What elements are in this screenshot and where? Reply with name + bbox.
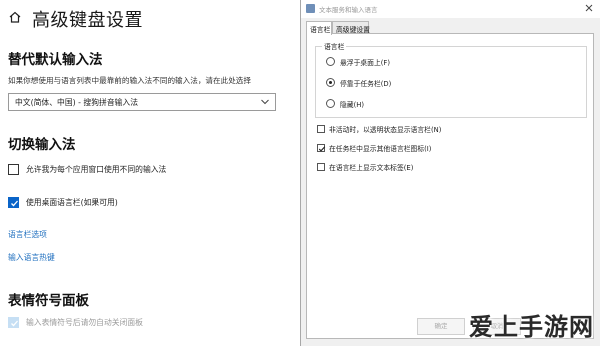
emoji-auto-close-checkbox[interactable] xyxy=(8,317,19,328)
radio-button[interactable] xyxy=(326,57,335,66)
switch-section-title: 切换输入法 xyxy=(8,137,76,153)
emoji-section-title: 表情符号面板 xyxy=(8,293,89,309)
close-icon[interactable] xyxy=(584,3,594,13)
input-method-dropdown[interactable]: 中文(简体、中国) - 搜狗拼音输入法 xyxy=(8,93,276,111)
site-watermark: 爱上手游网 xyxy=(469,313,594,341)
tab-language-bar[interactable]: 语言栏 xyxy=(306,21,332,35)
input-language-hotkeys-link[interactable]: 输入语言热键 xyxy=(8,252,55,263)
per-app-input-label: 允许我为每个应用窗口使用不同的输入法 xyxy=(26,165,167,174)
groupbox-label: 语言栏 xyxy=(322,41,347,51)
override-description: 如果你想使用与语言列表中最靠前的输入法不同的输入法，请在此处选择 xyxy=(8,76,251,85)
transparent-when-inactive-label: 非活动时，以透明状态显示语言栏(N) xyxy=(329,126,442,134)
checkmark-icon xyxy=(11,320,18,327)
language-bar-groupbox: 语言栏 悬浮于桌面上(F) 停靠于任务栏(D) 隐藏(H) xyxy=(315,41,587,118)
radio-label-hidden: 隐藏(H) xyxy=(340,101,365,109)
text-services-dialog: 文本服务和输入语言 语言栏 高级键设置 语言栏 悬浮于桌面上(F) 停靠于任务栏… xyxy=(300,0,600,346)
radio-label-dock: 停靠于任务栏(D) xyxy=(340,80,392,88)
home-icon[interactable] xyxy=(8,10,22,24)
transparent-when-inactive-checkbox[interactable] xyxy=(317,125,325,133)
settings-panel: 高级键盘设置 替代默认输入法 如果你想使用与语言列表中最靠前的输入法不同的输入法… xyxy=(0,0,300,346)
language-bar-options-link[interactable]: 语言栏选项 xyxy=(8,229,47,240)
page-title: 高级键盘设置 xyxy=(32,10,143,31)
emoji-auto-close-label: 输入表情符号后请勿自动关闭面板 xyxy=(26,318,143,327)
dialog-titlebar[interactable]: 文本服务和输入语言 xyxy=(301,0,600,18)
show-extra-icons-label: 在任务栏中显示其他语言栏图标(I) xyxy=(329,145,432,153)
language-bar-tab-panel: 语言栏 悬浮于桌面上(F) 停靠于任务栏(D) 隐藏(H) 非活动时，以透明状态… xyxy=(306,33,594,339)
show-text-labels-label: 在语言栏上显示文本标签(E) xyxy=(329,164,414,172)
radio-button[interactable] xyxy=(326,99,335,108)
radio-button-selected[interactable] xyxy=(326,78,335,87)
desktop-language-bar-checkbox[interactable] xyxy=(8,197,19,208)
show-text-labels-checkbox[interactable] xyxy=(317,163,325,171)
dropdown-selected-value: 中文(简体、中国) - 搜狗拼音输入法 xyxy=(15,98,139,107)
chevron-down-icon xyxy=(261,99,269,105)
desktop-language-bar-label: 使用桌面语言栏(如果可用) xyxy=(26,198,118,207)
per-app-input-checkbox[interactable] xyxy=(8,164,19,175)
app-icon xyxy=(306,4,315,13)
radio-label-float: 悬浮于桌面上(F) xyxy=(340,59,390,67)
show-extra-icons-checkbox[interactable] xyxy=(317,144,326,152)
dialog-title: 文本服务和输入语言 xyxy=(319,6,378,14)
ok-button[interactable]: 确定 xyxy=(417,318,465,335)
checkmark-icon xyxy=(11,200,18,207)
override-section-title: 替代默认输入法 xyxy=(8,52,103,68)
checkmark-icon xyxy=(318,146,326,152)
